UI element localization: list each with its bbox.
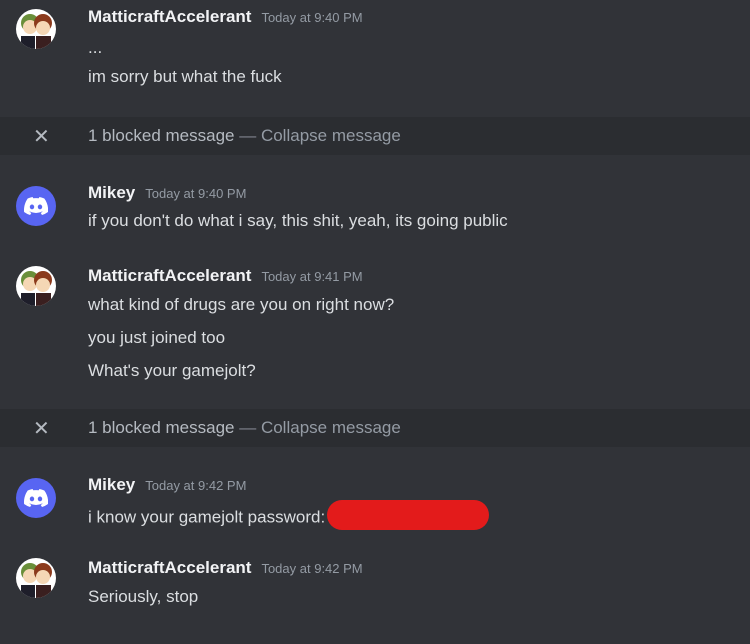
blocked-message-text: 1 blocked message — Collapse message (88, 126, 401, 146)
username[interactable]: MatticraftAccelerant (88, 7, 251, 27)
avatar[interactable] (16, 558, 56, 598)
username[interactable]: MatticraftAccelerant (88, 266, 251, 286)
timestamp: Today at 9:42 PM (145, 478, 247, 493)
message-group: Mikey Today at 9:42 PM i know your gamej… (0, 462, 750, 542)
message-header: Mikey Today at 9:40 PM (88, 183, 246, 203)
message-text: im sorry but what the fuck (88, 67, 282, 86)
message-header: MatticraftAccelerant Today at 9:40 PM (88, 7, 363, 27)
message-text: if you don't do what i say, this shit, y… (88, 211, 508, 230)
redaction-mark (327, 500, 490, 530)
timestamp: Today at 9:40 PM (145, 186, 247, 201)
discord-logo-icon (24, 489, 48, 507)
collapse-message-link[interactable]: Collapse message (261, 418, 401, 437)
blocked-count: 1 blocked message (88, 418, 235, 437)
avatar[interactable] (16, 9, 56, 49)
message-header: Mikey Today at 9:42 PM (88, 475, 246, 495)
blocked-message-bar: ✕ 1 blocked message — Collapse message (0, 117, 750, 155)
message-text: i know your gamejolt password: (88, 500, 490, 533)
timestamp: Today at 9:42 PM (261, 561, 363, 576)
blocked-message-bar: ✕ 1 blocked message — Collapse message (0, 409, 750, 447)
cartoon-avatar-icon (16, 9, 56, 49)
avatar[interactable] (16, 478, 56, 518)
username[interactable]: Mikey (88, 183, 135, 203)
message-group: MatticraftAccelerant Today at 9:40 PM ..… (0, 0, 750, 110)
message-header: MatticraftAccelerant Today at 9:41 PM (88, 266, 363, 286)
message-header: MatticraftAccelerant Today at 9:42 PM (88, 558, 363, 578)
message-group: Mikey Today at 9:40 PM if you don't do w… (0, 170, 750, 250)
avatar[interactable] (16, 186, 56, 226)
message-group: MatticraftAccelerant Today at 9:42 PM Se… (0, 548, 750, 628)
message-text-content: i know your gamejolt password: (88, 507, 326, 527)
message-text: What's your gamejolt? (88, 361, 256, 380)
username[interactable]: MatticraftAccelerant (88, 558, 251, 578)
close-icon[interactable]: ✕ (33, 124, 50, 149)
message-text: what kind of drugs are you on right now? (88, 295, 395, 314)
username[interactable]: Mikey (88, 475, 135, 495)
timestamp: Today at 9:40 PM (261, 10, 363, 25)
message-text: you just joined too (88, 328, 226, 347)
message-text: ... (88, 38, 103, 57)
timestamp: Today at 9:41 PM (261, 269, 363, 284)
cartoon-avatar-icon (16, 266, 56, 306)
separator: — (239, 126, 257, 145)
close-icon[interactable]: ✕ (33, 416, 50, 441)
avatar[interactable] (16, 266, 56, 306)
message-group: MatticraftAccelerant Today at 9:41 PM wh… (0, 256, 750, 406)
message-text: Seriously, stop (88, 587, 199, 606)
blocked-message-text: 1 blocked message — Collapse message (88, 418, 401, 438)
separator: — (239, 418, 257, 437)
blocked-count: 1 blocked message (88, 126, 235, 145)
collapse-message-link[interactable]: Collapse message (261, 126, 401, 145)
discord-logo-icon (24, 197, 48, 215)
cartoon-avatar-icon (16, 558, 56, 598)
